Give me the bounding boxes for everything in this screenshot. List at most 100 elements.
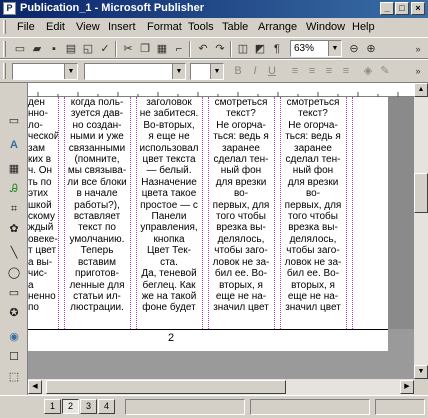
page-footer-area[interactable]: 2 bbox=[28, 329, 388, 351]
ruler-ticks bbox=[37, 92, 399, 97]
text-column-3[interactable]: заголовок не забитеся. Во-вторых, я еще не… bbox=[136, 97, 202, 329]
horizontal-scroll-thumb[interactable] bbox=[46, 380, 286, 394]
text-box-tool-icon[interactable]: A bbox=[6, 137, 22, 153]
undo-icon[interactable]: ↶ bbox=[195, 41, 211, 57]
font-name-select[interactable]: ▼ bbox=[84, 63, 186, 80]
format-painter-icon[interactable]: ⌐ bbox=[171, 41, 187, 57]
picture-frame-icon[interactable]: ⌗ bbox=[6, 201, 22, 217]
toolbar-grip[interactable] bbox=[3, 41, 6, 57]
zoom-select[interactable]: 63% ▼ bbox=[290, 40, 342, 57]
menu-help[interactable]: Help bbox=[352, 21, 375, 33]
fill-color-icon[interactable]: ◈ bbox=[360, 63, 376, 79]
toolbar-options-icon[interactable]: » bbox=[410, 63, 426, 79]
scroll-left-icon[interactable]: ◀ bbox=[28, 380, 42, 394]
menu-tools[interactable]: Tools bbox=[188, 21, 214, 33]
bold-icon[interactable]: B bbox=[230, 63, 246, 79]
status-pane-size bbox=[250, 399, 370, 415]
toolbar-separator bbox=[230, 41, 232, 57]
text-column-5[interactable]: смотреться текст? Не огорча- ться: ведь яз… bbox=[280, 97, 346, 329]
align-right-icon[interactable]: ≡ bbox=[321, 63, 337, 79]
status-pane-extra bbox=[375, 399, 425, 415]
font-size-select[interactable]: ▼ bbox=[190, 63, 224, 80]
status-bar: 1 2 3 4 bbox=[0, 395, 428, 418]
column-guide bbox=[346, 97, 347, 329]
line-tool-icon[interactable]: ╲ bbox=[6, 245, 22, 261]
copy-icon[interactable]: ❐ bbox=[137, 41, 153, 57]
new-icon[interactable]: ▭ bbox=[12, 41, 28, 57]
save-icon[interactable]: ▪ bbox=[46, 41, 62, 57]
align-center-icon[interactable]: ≡ bbox=[304, 63, 320, 79]
spelling-icon[interactable]: ✓ bbox=[97, 41, 113, 57]
toolbar-separator bbox=[115, 41, 117, 57]
hot-spot-icon[interactable]: ◉ bbox=[6, 329, 22, 345]
align-left-icon[interactable]: ≡ bbox=[287, 63, 303, 79]
menu-view[interactable]: View bbox=[76, 21, 100, 33]
zoom-in-icon[interactable]: ⊕ bbox=[363, 41, 379, 57]
chevron-down-icon[interactable]: ▼ bbox=[210, 64, 223, 79]
horizontal-scrollbar[interactable]: ◀ ▶ bbox=[28, 379, 414, 395]
status-pane-position bbox=[125, 399, 245, 415]
chevron-down-icon[interactable]: ▼ bbox=[328, 41, 341, 56]
vertical-scrollbar[interactable]: ▲ ▼ bbox=[414, 83, 428, 379]
minimize-button[interactable]: _ bbox=[380, 2, 394, 15]
scroll-right-icon[interactable]: ▶ bbox=[400, 380, 414, 394]
text-column-2[interactable]: когда поль-зуется дав-но создан- ными и … bbox=[64, 97, 130, 329]
text-column-1[interactable]: ден нно-ло- ческой зам ких в ч. Он ть по этих… bbox=[28, 97, 58, 329]
zoom-out-icon[interactable]: ⊖ bbox=[346, 41, 362, 57]
underline-icon[interactable]: U bbox=[264, 63, 280, 79]
page-button-3[interactable]: 3 bbox=[80, 399, 97, 414]
horizontal-ruler[interactable] bbox=[28, 83, 414, 97]
menu-arrange[interactable]: Arrange bbox=[258, 21, 297, 33]
toolbar-options-icon[interactable]: » bbox=[410, 41, 426, 57]
italic-icon[interactable]: I bbox=[247, 63, 263, 79]
publisher-app-icon[interactable]: P bbox=[3, 2, 16, 15]
vertical-scroll-thumb[interactable] bbox=[414, 173, 428, 213]
text-column-4[interactable]: смотреться текст? Не огорча- ться: ведь яз… bbox=[208, 97, 274, 329]
page-button-1[interactable]: 1 bbox=[44, 399, 61, 414]
form-control-icon[interactable]: ☐ bbox=[6, 349, 22, 365]
bring-forward-icon[interactable]: ◫ bbox=[235, 41, 251, 57]
publication-workspace[interactable]: ден нно-ло- ческой зам ких в ч. Он ть по этих… bbox=[28, 97, 414, 379]
wordart-tool-icon[interactable]: Ꭿ bbox=[6, 181, 22, 197]
menu-file[interactable]: File bbox=[17, 21, 35, 33]
page-button-4[interactable]: 4 bbox=[98, 399, 115, 414]
menu-window[interactable]: Window bbox=[306, 21, 345, 33]
column-guide bbox=[58, 97, 59, 329]
menu-table[interactable]: Table bbox=[222, 21, 248, 33]
chevron-down-icon[interactable]: ▼ bbox=[64, 64, 77, 79]
standard-toolbar: ▭ ▰ ▪ ▤ ◱ ✓ ✂ ❐ ▦ ⌐ ↶ ↷ ◫ ◩ ¶ 63% ▼ ⊖ ⊕ … bbox=[0, 37, 428, 59]
close-button[interactable]: × bbox=[411, 2, 425, 15]
cut-icon[interactable]: ✂ bbox=[120, 41, 136, 57]
justify-icon[interactable]: ≡ bbox=[338, 63, 354, 79]
open-icon[interactable]: ▰ bbox=[29, 41, 45, 57]
maximize-button[interactable]: □ bbox=[395, 2, 409, 15]
table-tool-icon[interactable]: ▦ bbox=[6, 161, 22, 177]
line-color-icon[interactable]: ✎ bbox=[377, 63, 393, 79]
clip-art-icon[interactable]: ✿ bbox=[6, 221, 22, 237]
redo-icon[interactable]: ↷ bbox=[212, 41, 228, 57]
scroll-up-icon[interactable]: ▲ bbox=[414, 83, 428, 97]
custom-shapes-icon[interactable]: ✪ bbox=[6, 305, 22, 321]
show-hide-icon[interactable]: ¶ bbox=[269, 41, 285, 57]
window-title: Publication_1 - Microsoft Publisher bbox=[20, 2, 204, 14]
publication-page[interactable]: ден нно-ло- ческой зам ких в ч. Он ть по этих… bbox=[28, 97, 388, 329]
menu-edit[interactable]: Edit bbox=[46, 21, 65, 33]
print-preview-icon[interactable]: ◱ bbox=[80, 41, 96, 57]
pointer-tool-icon[interactable]: ▭ bbox=[6, 113, 22, 129]
html-fragment-icon[interactable]: ⬚ bbox=[6, 369, 22, 385]
print-icon[interactable]: ▤ bbox=[63, 41, 79, 57]
menu-format[interactable]: Format bbox=[147, 21, 182, 33]
scroll-down-icon[interactable]: ▼ bbox=[414, 365, 428, 379]
column-guide bbox=[274, 97, 275, 329]
menu-insert[interactable]: Insert bbox=[108, 21, 136, 33]
toolbar-grip[interactable] bbox=[3, 63, 6, 79]
oval-tool-icon[interactable]: ◯ bbox=[6, 265, 22, 281]
title-bar: P Publication_1 - Microsoft Publisher _ … bbox=[0, 0, 428, 18]
send-backward-icon[interactable]: ◩ bbox=[252, 41, 268, 57]
page-button-2[interactable]: 2 bbox=[62, 399, 79, 414]
font-style-select[interactable]: ▼ bbox=[12, 63, 78, 80]
rectangle-tool-icon[interactable]: ▭ bbox=[6, 285, 22, 301]
chevron-down-icon[interactable]: ▼ bbox=[172, 64, 185, 79]
paste-icon[interactable]: ▦ bbox=[154, 41, 170, 57]
menu-grip[interactable] bbox=[3, 20, 6, 34]
